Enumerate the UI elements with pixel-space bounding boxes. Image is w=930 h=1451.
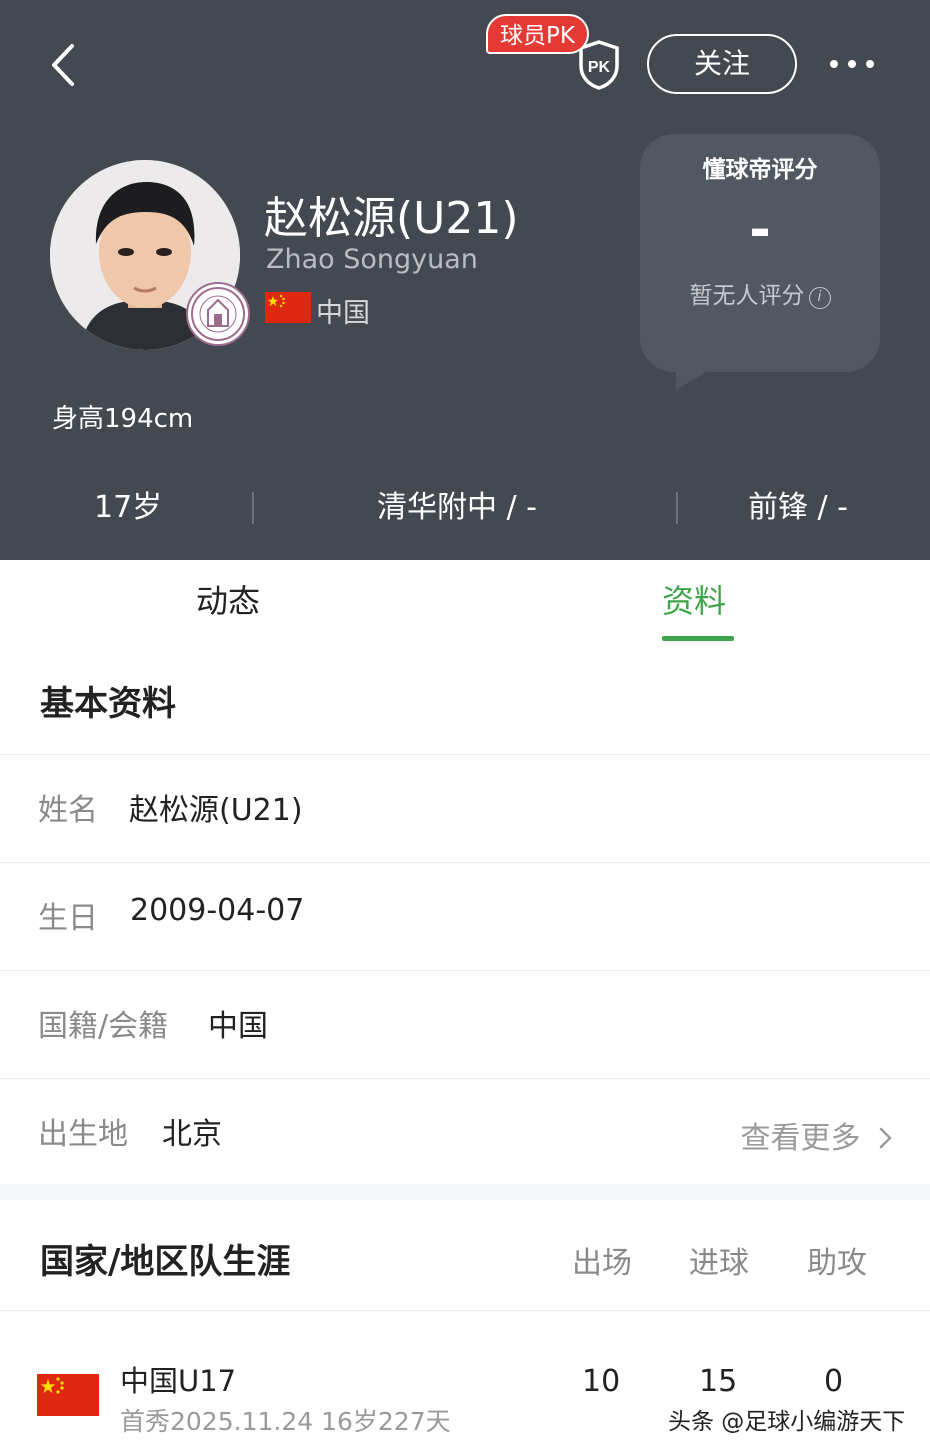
tab-profile[interactable]: 资料 bbox=[662, 576, 726, 622]
debut-info: 首秀2025.11.24 16岁227天 bbox=[120, 1407, 451, 1436]
column-header-assists: 助攻 bbox=[807, 1246, 867, 1281]
info-row-nationality: 国籍/会籍 中国 bbox=[0, 970, 930, 1078]
team-name: 中国U17 bbox=[120, 1364, 237, 1398]
info-label: 生日 bbox=[38, 901, 98, 936]
more-dots-icon bbox=[866, 60, 874, 68]
nationality-label: 中国 bbox=[316, 298, 370, 329]
player-pk-button[interactable]: PK 球员PK bbox=[486, 14, 626, 90]
club-logo[interactable] bbox=[186, 282, 250, 346]
china-flag-icon bbox=[37, 1374, 99, 1416]
stat-divider bbox=[676, 492, 678, 524]
player-stats-strip: 17岁 清华附中 / - 前锋 / - bbox=[0, 484, 930, 532]
china-flag-icon bbox=[265, 292, 311, 323]
info-label: 姓名 bbox=[38, 793, 98, 828]
back-button[interactable] bbox=[44, 40, 84, 90]
player-english-name: Zhao Songyuan bbox=[266, 244, 478, 275]
view-more-link[interactable]: 查看更多 bbox=[740, 1113, 894, 1157]
view-more-label: 查看更多 bbox=[740, 1121, 861, 1156]
assists-value: 0 bbox=[824, 1364, 844, 1399]
player-position: 前锋 / - bbox=[748, 490, 849, 525]
tab-news[interactable]: 动态 bbox=[196, 576, 260, 622]
rating-title: 懂球帝评分 bbox=[702, 157, 818, 183]
appearances-value: 10 bbox=[582, 1364, 621, 1399]
info-row-name: 姓名 赵松源(U21) bbox=[0, 754, 930, 862]
active-tab-indicator bbox=[662, 636, 734, 641]
basic-info-title: 基本资料 bbox=[40, 684, 176, 724]
rating-value: - bbox=[749, 200, 771, 260]
info-label: 国籍/会籍 bbox=[38, 1009, 169, 1044]
watermark: 头条 @足球小编游天下 bbox=[668, 1409, 906, 1435]
pk-badge: 球员PK bbox=[486, 14, 589, 54]
more-options-button[interactable] bbox=[826, 44, 878, 84]
profile-tabs: 动态 资料 bbox=[0, 560, 930, 656]
section-separator bbox=[0, 1184, 930, 1200]
rating-note-text: 暂无人评分 bbox=[689, 283, 805, 309]
svg-text:PK: PK bbox=[588, 59, 611, 76]
stat-divider bbox=[252, 492, 254, 524]
column-header-goals: 进球 bbox=[689, 1246, 749, 1281]
school-badge-icon bbox=[191, 287, 245, 341]
chevron-left-icon bbox=[52, 44, 74, 86]
pk-shield-icon: PK bbox=[579, 40, 619, 90]
info-row-birthplace: 出生地 北京 查看更多 bbox=[0, 1078, 930, 1186]
info-value: 2009-04-07 bbox=[130, 893, 305, 928]
chevron-right-icon bbox=[879, 1127, 892, 1149]
player-age: 17岁 bbox=[94, 490, 163, 525]
info-label: 出生地 bbox=[38, 1117, 128, 1152]
info-row-birthday: 生日 2009-04-07 bbox=[0, 862, 930, 970]
player-name: 赵松源(U21) bbox=[264, 193, 519, 244]
player-height: 身高194cm bbox=[52, 404, 194, 434]
more-dots-icon bbox=[830, 60, 838, 68]
info-icon[interactable]: i bbox=[808, 287, 831, 309]
info-value: 中国 bbox=[208, 1009, 268, 1044]
player-club[interactable]: 清华附中 / - bbox=[377, 484, 537, 532]
rating-card-tail bbox=[676, 366, 716, 390]
national-career-title: 国家/地区队生涯 bbox=[40, 1242, 291, 1282]
rating-note: 暂无人评分 i bbox=[640, 276, 880, 310]
more-dots-icon bbox=[848, 60, 856, 68]
info-value: 赵松源(U21) bbox=[129, 793, 303, 828]
column-header-appearances: 出场 bbox=[572, 1246, 632, 1281]
divider bbox=[0, 1310, 930, 1311]
info-value: 北京 bbox=[162, 1117, 222, 1152]
player-header: PK 球员PK 关注 赵松源(U21) Zhao Songyuan 中国 懂球帝… bbox=[0, 0, 930, 560]
follow-button[interactable]: 关注 bbox=[647, 34, 797, 94]
rating-card[interactable]: 懂球帝评分 - 暂无人评分 i bbox=[640, 134, 880, 372]
goals-value: 15 bbox=[699, 1364, 738, 1399]
